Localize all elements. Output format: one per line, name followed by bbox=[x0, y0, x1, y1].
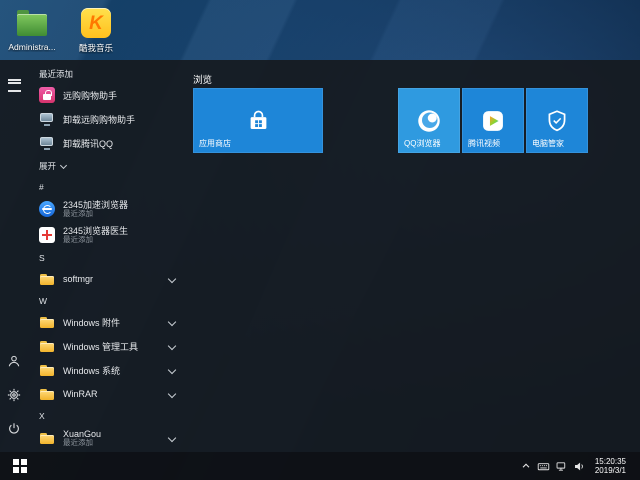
chevron-down-icon bbox=[167, 341, 177, 351]
app-item-2345-doctor[interactable]: 2345浏览器医生 最近添加 bbox=[28, 222, 186, 248]
folder-icon bbox=[39, 386, 55, 402]
tile-pc-manager[interactable]: 电脑管家 bbox=[526, 88, 588, 153]
hamburger-icon bbox=[7, 78, 21, 92]
user-account-button[interactable] bbox=[3, 350, 25, 372]
chevron-up-icon bbox=[522, 463, 530, 468]
folder-icon bbox=[39, 314, 55, 330]
tile-app-store[interactable]: 应用商店 bbox=[193, 88, 323, 153]
folder-icon bbox=[39, 271, 55, 287]
folder-icon bbox=[39, 362, 55, 378]
start-menu-rail bbox=[0, 60, 28, 452]
folder-icon bbox=[39, 338, 55, 354]
desktop-icon-area: Administra... K 酷我音乐 bbox=[6, 7, 122, 54]
shield-icon bbox=[548, 109, 566, 131]
rail-bottom bbox=[3, 350, 25, 440]
recently-added-tag: 最近添加 bbox=[63, 208, 93, 218]
tile-tencent-video[interactable]: 腾讯视频 bbox=[462, 88, 524, 153]
tile-qq-browser[interactable]: QQ浏览器 bbox=[398, 88, 460, 153]
app-item-uninstall-yuangou[interactable]: 卸载远购购物助手 bbox=[28, 107, 186, 131]
user-icon bbox=[8, 355, 20, 367]
start-button[interactable] bbox=[0, 452, 40, 480]
section-header-w[interactable]: W bbox=[28, 291, 186, 310]
shopping-bag-icon bbox=[39, 87, 55, 103]
network-button[interactable] bbox=[553, 452, 571, 480]
desktop-screen: Administra... K 酷我音乐 最近添加 远购购物助手 卸载远购购物助… bbox=[0, 0, 640, 480]
clock-date: 2019/3/1 bbox=[594, 466, 626, 475]
touch-keyboard-button[interactable] bbox=[535, 452, 553, 480]
section-header-s[interactable]: S bbox=[28, 248, 186, 267]
hamburger-menu-button[interactable] bbox=[3, 74, 25, 96]
chevron-down-icon bbox=[167, 317, 177, 327]
power-icon bbox=[9, 423, 19, 434]
recently-added-tag: 最近添加 bbox=[63, 234, 93, 244]
start-menu: 最近添加 远购购物助手 卸载远购购物助手 卸载腾讯QQ 展开 # 2345加速浏… bbox=[0, 60, 640, 452]
chevron-down-icon bbox=[167, 274, 177, 284]
expand-button[interactable]: 展开 bbox=[28, 155, 186, 177]
desktop-icon-kuwo-music[interactable]: K 酷我音乐 bbox=[70, 7, 122, 54]
start-app-list: 最近添加 远购购物助手 卸载远购购物助手 卸载腾讯QQ 展开 # 2345加速浏… bbox=[28, 60, 186, 452]
app-item-2345-browser[interactable]: 2345加速浏览器 最近添加 bbox=[28, 196, 186, 222]
app-item-xuangou-folder[interactable]: XuanGou 最近添加 bbox=[28, 425, 186, 451]
tile-row: 应用商店 QQ浏览器 腾讯视频 电脑管家 bbox=[193, 88, 640, 153]
kuwo-music-icon: K bbox=[80, 7, 112, 39]
desktop-icon-label: 酷我音乐 bbox=[78, 43, 113, 53]
desktop-icon-administrator[interactable]: Administra... bbox=[6, 7, 58, 54]
chevron-down-icon bbox=[167, 433, 177, 443]
volume-button[interactable] bbox=[571, 452, 589, 480]
tencent-video-icon bbox=[483, 110, 503, 131]
tile-label: 电脑管家 bbox=[532, 139, 564, 148]
gear-icon bbox=[7, 388, 21, 402]
app-item-uninstall-qq[interactable]: 卸载腾讯QQ bbox=[28, 131, 186, 155]
chevron-down-icon bbox=[167, 389, 177, 399]
speaker-icon bbox=[575, 462, 584, 470]
system-tray: 15:20:35 2019/3/1 bbox=[517, 452, 640, 480]
uninstall-monitor-icon bbox=[39, 135, 55, 151]
app-item-yuangou-assistant[interactable]: 远购购物助手 bbox=[28, 83, 186, 107]
app-item-windows-accessories[interactable]: Windows 附件 bbox=[28, 310, 186, 334]
taskbar: 15:20:35 2019/3/1 bbox=[0, 452, 640, 480]
settings-button[interactable] bbox=[3, 384, 25, 406]
qq-browser-icon bbox=[418, 109, 440, 132]
section-header-x[interactable]: X bbox=[28, 406, 186, 425]
uninstall-monitor-icon bbox=[39, 111, 55, 127]
folder-icon bbox=[39, 430, 55, 446]
tray-expand-button[interactable] bbox=[517, 452, 535, 480]
chevron-down-icon bbox=[167, 365, 177, 375]
tile-group-label: 浏览 bbox=[193, 75, 213, 86]
app-store-bag-icon bbox=[250, 110, 266, 129]
app-item-windows-system[interactable]: Windows 系统 bbox=[28, 358, 186, 382]
desktop-icon-label: Administra... bbox=[8, 42, 56, 52]
recently-added-tag: 最近添加 bbox=[63, 437, 93, 447]
tile-label: QQ浏览器 bbox=[404, 139, 441, 148]
administrator-folder-icon bbox=[16, 7, 48, 39]
section-header-hash[interactable]: # bbox=[28, 177, 186, 196]
windows-logo-icon bbox=[13, 459, 27, 473]
taskbar-clock[interactable]: 15:20:35 2019/3/1 bbox=[589, 457, 632, 476]
browser-e-icon bbox=[39, 201, 55, 217]
tile-area: 浏览 应用商店 QQ浏览器 腾讯视频 电脑管家 bbox=[186, 60, 640, 452]
network-icon bbox=[556, 461, 566, 471]
tile-label: 应用商店 bbox=[199, 139, 231, 148]
red-cross-icon bbox=[39, 227, 55, 243]
touch-keyboard-icon bbox=[538, 462, 550, 470]
app-item-windows-admin-tools[interactable]: Windows 管理工具 bbox=[28, 334, 186, 358]
tile-label: 腾讯视频 bbox=[468, 139, 500, 148]
app-item-softmgr-folder[interactable]: softmgr bbox=[28, 267, 186, 291]
app-item-winrar[interactable]: WinRAR bbox=[28, 382, 186, 406]
power-button[interactable] bbox=[3, 418, 25, 440]
clock-time: 15:20:35 bbox=[594, 456, 626, 466]
recently-added-header: 最近添加 bbox=[39, 68, 74, 79]
chevron-down-icon bbox=[59, 161, 68, 169]
